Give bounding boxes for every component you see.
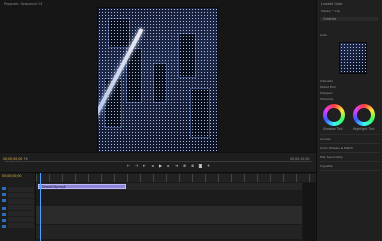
button-editor-icon[interactable]: + [206,163,211,168]
section-header-creative[interactable]: Creative [320,17,378,21]
divider [320,152,380,153]
play-icon[interactable]: ▶ [158,163,163,168]
divider [320,161,380,162]
timeline-panel: 00;00;00;00 DroneCity.mp4 [0,172,316,241]
video-track-empty[interactable] [36,191,302,205]
audio-meter [303,183,315,241]
vibrance-label: Vibrance [320,97,334,101]
divider [320,134,380,135]
track-target-a4[interactable] [2,225,6,228]
divider [320,143,380,144]
overwrite-icon[interactable]: ⊗ [190,163,195,168]
go-to-in-icon[interactable]: ⇤ [142,163,147,168]
highlight-tint-wheel[interactable] [353,104,375,126]
track-target-v2[interactable] [2,193,6,196]
track-target-a3[interactable] [2,219,6,222]
track-target-a1[interactable] [2,207,6,210]
hsl-label: HSL Secondary [320,155,343,159]
intensity-label: Intensity [320,79,334,83]
monitor-title: Program: Sequence 01 [4,2,43,6]
section-label: Creative [323,17,337,21]
video-frame[interactable] [97,7,218,157]
transport-bar: 00;00;00;00 Fit 00;00;15;00 ⊢ ⊣ ⇤ ◂ ▶ ▸ … [0,152,316,172]
mark-out-icon[interactable]: ⊣ [134,163,139,168]
track-controls[interactable] [8,187,34,229]
city-lights [98,8,217,156]
shadow-tint-label: Shadow Tint [323,127,343,131]
track-headers: 00;00;00;00 [0,173,36,241]
time-ruler[interactable] [36,174,316,182]
highlight-tint-label: Highlight Tint [353,127,375,131]
panel-subtitle: Master * Clip [321,9,341,13]
look-preview-thumbnail[interactable] [339,42,367,74]
shadow-tint-wheel[interactable] [323,104,345,126]
track-target-a2[interactable] [2,213,6,216]
program-monitor: Program: Sequence 01 [0,0,316,160]
divider [320,170,380,171]
look-row[interactable]: Look [320,32,380,38]
vibrance-row[interactable]: Vibrance [320,96,380,102]
sharpen-label: Sharpen [320,91,333,95]
audio-track-2[interactable] [36,225,302,239]
panel-title[interactable]: Lumetri Color [321,2,381,6]
section-hsl[interactable]: HSL Secondary [320,154,380,160]
export-frame-icon[interactable]: ◙ [198,163,203,168]
section-curves[interactable]: Curves [320,136,380,142]
track-target-v1[interactable] [2,199,6,202]
clip-label: DroneCity.mp4 [42,185,66,189]
lumetri-color-panel: Lumetri Color Master * Clip Creative Loo… [316,0,382,241]
go-to-out-icon[interactable]: ⇥ [174,163,179,168]
step-back-icon[interactable]: ◂ [150,163,155,168]
curves-label: Curves [320,137,331,141]
vignette-label: Vignette [320,164,333,168]
faded-film-label: Faded Film [320,85,336,89]
track-target-v3[interactable] [2,187,6,190]
playhead[interactable] [40,173,41,241]
timeline-timecode[interactable]: 00;00;00;00 [2,174,21,178]
color-wheels-label: Color Wheels & Match [320,146,354,150]
section-vignette[interactable]: Vignette [320,163,380,169]
mark-in-icon[interactable]: ⊢ [126,163,131,168]
thumb-lights [340,43,366,73]
step-forward-icon[interactable]: ▸ [166,163,171,168]
audio-track-1[interactable] [36,206,302,224]
scrub-bar[interactable] [4,161,312,162]
video-clip[interactable]: DroneCity.mp4 [38,184,126,189]
look-label: Look [320,33,328,37]
section-color-wheels[interactable]: Color Wheels & Match [320,145,380,151]
insert-icon[interactable]: ⊕ [182,163,187,168]
